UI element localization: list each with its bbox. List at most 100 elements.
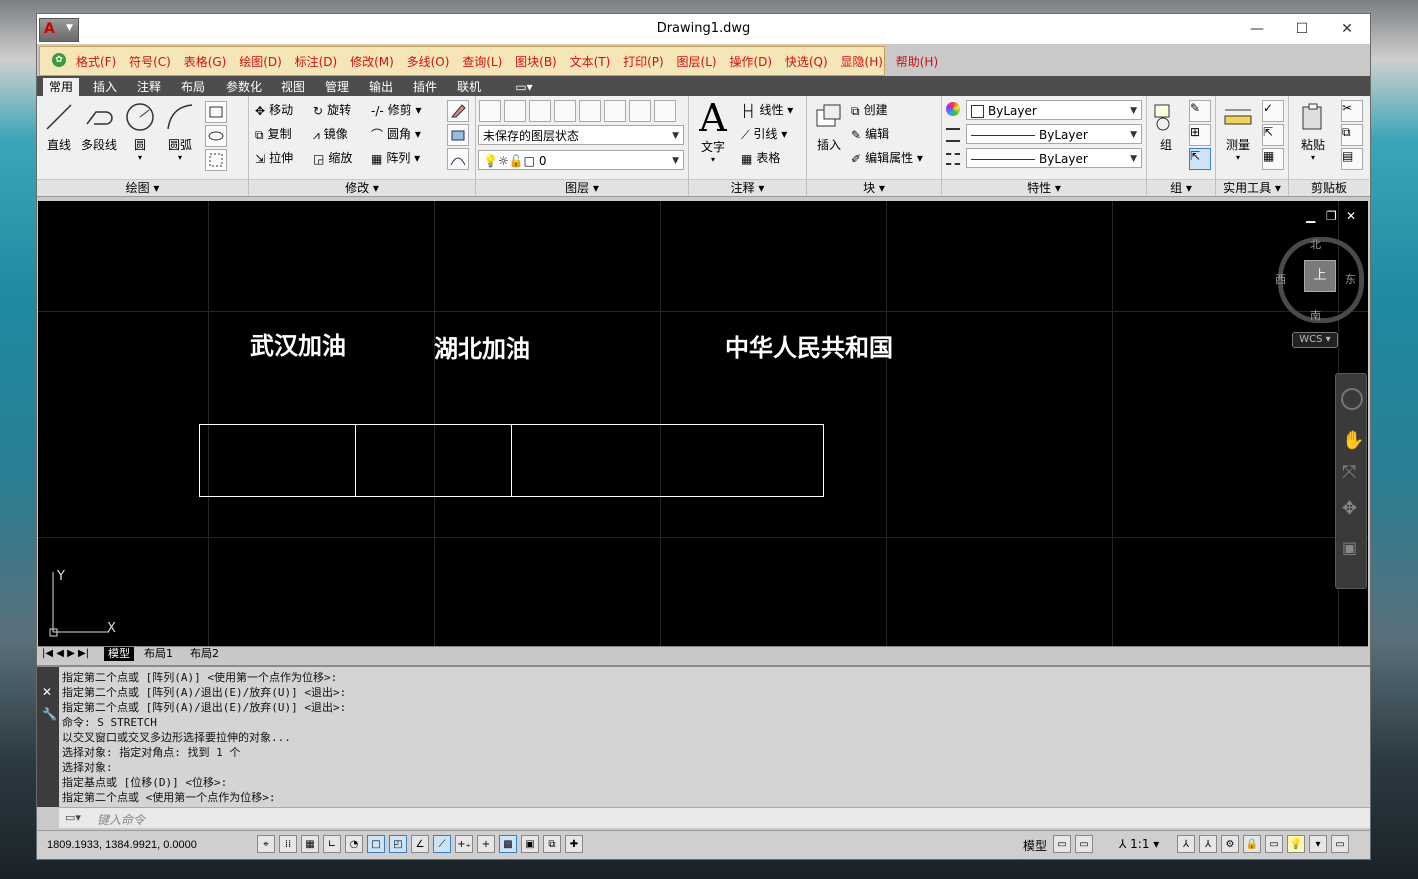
menu-modify[interactable]: 修改(M) bbox=[350, 55, 394, 69]
ortho-toggle[interactable]: ∟ bbox=[323, 835, 341, 853]
layer-walk-icon[interactable] bbox=[654, 100, 676, 122]
insert-block-button[interactable]: 插入 bbox=[811, 102, 847, 153]
menu-table[interactable]: 表格(G) bbox=[184, 55, 227, 69]
polar-tracking-toggle[interactable]: ◔ bbox=[345, 835, 363, 853]
array-button[interactable]: ▦ 阵列 ▾ bbox=[371, 148, 420, 168]
quick-view-drawings-button[interactable]: ▭ bbox=[1075, 835, 1093, 853]
model-space-toggle[interactable]: 模型 bbox=[1023, 837, 1047, 854]
layer-unisolate-icon[interactable] bbox=[629, 100, 651, 122]
viewcube-top-face[interactable]: 上 bbox=[1304, 260, 1336, 292]
stretch-button[interactable]: ⇲ 拉伸 bbox=[255, 148, 293, 168]
rotate-button[interactable]: ↻ 旋转 bbox=[313, 100, 351, 120]
arc-button[interactable]: 圆弧 ▾ bbox=[163, 102, 197, 162]
offset-button[interactable] bbox=[447, 148, 469, 170]
grid-toggle[interactable]: ▦ bbox=[301, 835, 319, 853]
menu-help[interactable]: 帮助(H) bbox=[896, 55, 938, 69]
utilities-panel-title[interactable]: 实用工具 ▾ bbox=[1216, 179, 1288, 196]
tab-home[interactable]: 常用 bbox=[43, 78, 79, 96]
quick-properties-toggle[interactable]: ▣ bbox=[521, 835, 539, 853]
tab-parametric[interactable]: 参数化 bbox=[221, 78, 267, 96]
menu-draw[interactable]: 绘图(D) bbox=[239, 55, 282, 69]
clipboard-panel-title[interactable]: 剪贴板 bbox=[1289, 179, 1369, 196]
group-button[interactable]: 组 bbox=[1151, 102, 1181, 153]
layer-freeze-icon[interactable] bbox=[579, 100, 601, 122]
table-button[interactable]: ▦ 表格 bbox=[741, 148, 780, 168]
steering-wheel-icon[interactable] bbox=[1341, 388, 1363, 410]
command-input[interactable]: ▭▾ 键入命令 bbox=[59, 807, 1370, 828]
plugin-icon[interactable]: ✿ bbox=[52, 53, 66, 67]
showmotion-icon[interactable]: ▣ bbox=[1342, 538, 1357, 557]
tab-insert[interactable]: 插入 bbox=[89, 78, 121, 96]
polyline-button[interactable]: 多段线 bbox=[79, 102, 119, 153]
color-select[interactable]: ByLayer ▼ bbox=[966, 100, 1142, 120]
group-edit-button[interactable]: ⊞ bbox=[1189, 124, 1211, 146]
status-menu-icon[interactable]: ▾ bbox=[1309, 835, 1327, 853]
close-button[interactable]: ✕ bbox=[1332, 19, 1362, 39]
color-wheel-icon[interactable] bbox=[946, 102, 960, 116]
pan-hand-icon[interactable]: ✋ bbox=[1342, 430, 1364, 451]
fillet-button[interactable]: ⌒ 圆角 ▾ bbox=[371, 124, 421, 144]
menu-text[interactable]: 文本(T) bbox=[570, 55, 611, 69]
edit-block-button[interactable]: ✎ 编辑 bbox=[851, 124, 889, 144]
select-all-button[interactable]: ⇱ bbox=[1262, 124, 1284, 146]
dyn-toggle[interactable]: +₊ bbox=[455, 835, 473, 853]
maximize-button[interactable]: ☐ bbox=[1287, 19, 1317, 39]
lineweight-select[interactable]: ByLayer ▼ bbox=[966, 124, 1142, 144]
menu-showhide[interactable]: 显隐(H) bbox=[841, 55, 883, 69]
tab-plugins[interactable]: 插件 bbox=[409, 78, 441, 96]
properties-panel-title[interactable]: 特性 ▾ bbox=[942, 179, 1146, 196]
leader-button[interactable]: ⟋ 引线 ▾ bbox=[741, 124, 787, 144]
trim-button[interactable]: -/- 修剪 ▾ bbox=[371, 100, 422, 120]
modify-panel-title[interactable]: 修改 ▾ bbox=[249, 179, 475, 196]
edit-attr-button[interactable]: ✐ 编辑属性 ▾ bbox=[851, 148, 923, 168]
minimize-button[interactable]: — bbox=[1242, 19, 1272, 39]
auto-scale-toggle[interactable]: ⅄ bbox=[1199, 835, 1217, 853]
menu-dimension[interactable]: 标注(D) bbox=[295, 55, 338, 69]
linear-dim-button[interactable]: ├┤ 线性 ▾ bbox=[741, 100, 793, 120]
tab-manage[interactable]: 管理 bbox=[321, 78, 353, 96]
tab-model[interactable]: 模型 bbox=[104, 647, 134, 661]
mirror-button[interactable]: ⩘ 镜像 bbox=[313, 124, 348, 144]
quick-select-button[interactable]: ✓ bbox=[1262, 100, 1284, 122]
layer-isolate-icon[interactable] bbox=[554, 100, 576, 122]
explode-button[interactable] bbox=[447, 124, 469, 146]
tab-layout2[interactable]: 布局2 bbox=[190, 647, 219, 661]
command-prompt-icon[interactable]: ▭▾ bbox=[65, 811, 81, 824]
ducs-toggle[interactable]: ⟋ bbox=[433, 835, 451, 853]
wrench-icon[interactable]: 🔧 bbox=[42, 707, 57, 721]
line-button[interactable]: 直线 bbox=[43, 102, 75, 153]
circle-button[interactable]: 圆 ▾ bbox=[123, 102, 157, 162]
tab-online[interactable]: 联机 bbox=[453, 78, 485, 96]
menu-block[interactable]: 图块(B) bbox=[515, 55, 557, 69]
menu-multiline[interactable]: 多线(O) bbox=[407, 55, 450, 69]
tab-view[interactable]: 视图 bbox=[277, 78, 309, 96]
3d-osnap-toggle[interactable]: ◰ bbox=[389, 835, 407, 853]
create-block-button[interactable]: ⧉ 创建 bbox=[851, 100, 888, 120]
lineweight-toggle[interactable]: + bbox=[477, 835, 495, 853]
erase-button[interactable] bbox=[447, 100, 469, 122]
cut-button[interactable]: ✂ bbox=[1341, 100, 1363, 122]
layer-off-icon[interactable] bbox=[604, 100, 626, 122]
block-panel-title[interactable]: 块 ▾ bbox=[807, 179, 941, 196]
annotation-panel-title[interactable]: 注释 ▾ bbox=[689, 179, 806, 196]
annotation-scale[interactable]: ⅄ 1:1 ▾ bbox=[1119, 837, 1159, 851]
tab-output[interactable]: 输出 bbox=[365, 78, 397, 96]
annotation-visibility-toggle[interactable]: ⅄ bbox=[1177, 835, 1195, 853]
layout-nav-arrows[interactable]: |◀ ◀ ▶ ▶| bbox=[42, 647, 89, 661]
zoom-extents-icon[interactable]: ⤧ bbox=[1342, 462, 1356, 483]
layer-match-icon[interactable] bbox=[504, 100, 526, 122]
region-button[interactable] bbox=[205, 149, 227, 171]
hatch-button[interactable] bbox=[205, 125, 227, 147]
ribbon-options-icon[interactable]: ▭▾ bbox=[509, 78, 539, 96]
close-icon[interactable]: ✕ bbox=[42, 685, 52, 699]
menu-operation[interactable]: 操作(D) bbox=[729, 55, 772, 69]
orbit-icon[interactable]: ✥ bbox=[1342, 498, 1357, 519]
compass-east[interactable]: 东 bbox=[1345, 271, 1356, 287]
clean-screen-icon[interactable]: ▭ bbox=[1331, 835, 1349, 853]
menu-print[interactable]: 打印(P) bbox=[623, 55, 664, 69]
paste-button[interactable]: 粘贴 ▾ bbox=[1295, 102, 1331, 162]
isolate-objects-lightbulb-icon[interactable]: 💡 bbox=[1287, 835, 1305, 853]
rectangle-button[interactable] bbox=[205, 101, 227, 123]
compass-west[interactable]: 西 bbox=[1275, 271, 1286, 287]
match-properties-button[interactable]: ▤ bbox=[1341, 148, 1363, 170]
